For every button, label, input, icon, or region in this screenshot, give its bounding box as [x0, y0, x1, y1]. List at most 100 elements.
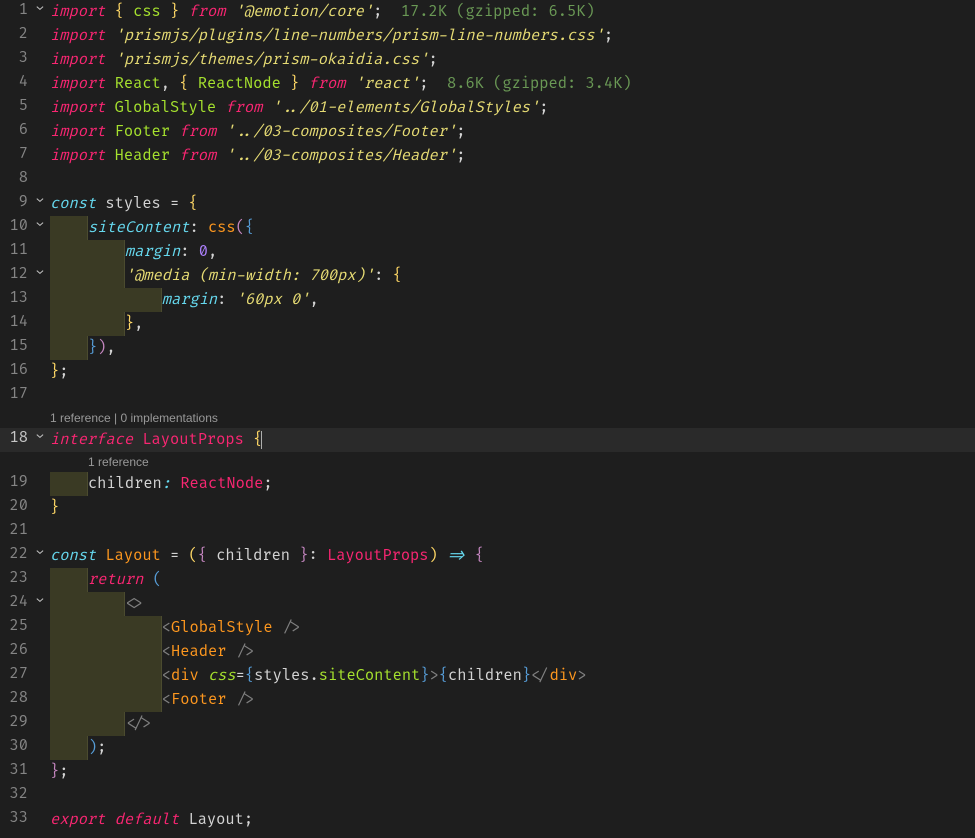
line-number[interactable]: 12: [0, 264, 32, 283]
line-number[interactable]: 28: [0, 688, 32, 707]
code-line[interactable]: 20}: [0, 496, 975, 520]
line-number[interactable]: 15: [0, 336, 32, 355]
code-content[interactable]: import 'prismjs/plugins/line-numbers/pri…: [48, 24, 975, 48]
line-number[interactable]: 29: [0, 712, 32, 731]
fold-toggle-icon[interactable]: ⌄: [32, 264, 48, 282]
code-content[interactable]: margin: 0,: [48, 240, 975, 264]
code-line[interactable]: 10⌄ siteContent: css({: [0, 216, 975, 240]
code-line[interactable]: 33 export default Layout;: [0, 808, 975, 832]
code-line[interactable]: 7 import Header from '../03-composites/He…: [0, 144, 975, 168]
code-line[interactable]: 24⌄ <>: [0, 592, 975, 616]
code-content[interactable]: return (: [48, 568, 975, 592]
code-line[interactable]: 32: [0, 784, 975, 808]
line-number[interactable]: 1: [0, 0, 32, 19]
code-line[interactable]: 23 return (: [0, 568, 975, 592]
line-number[interactable]: 31: [0, 760, 32, 779]
code-content[interactable]: }: [48, 496, 975, 520]
code-line[interactable]: 9⌄const styles = {: [0, 192, 975, 216]
line-number[interactable]: 7: [0, 144, 32, 163]
codelens[interactable]: 1 reference: [0, 452, 975, 472]
line-number[interactable]: 4: [0, 72, 32, 91]
fold-toggle-icon[interactable]: ⌄: [32, 0, 48, 18]
code-content[interactable]: <Header />: [48, 640, 975, 664]
fold-toggle-icon[interactable]: ⌄: [32, 216, 48, 234]
line-number[interactable]: 19: [0, 472, 32, 491]
line-number[interactable]: 9: [0, 192, 32, 211]
fold-toggle-icon[interactable]: ⌄: [32, 192, 48, 210]
code-line[interactable]: 8: [0, 168, 975, 192]
code-content[interactable]: interface LayoutProps {: [48, 428, 975, 452]
code-content[interactable]: const Layout = ({ children }: LayoutProp…: [48, 544, 975, 568]
code-content[interactable]: </>: [48, 712, 975, 736]
line-number[interactable]: 3: [0, 48, 32, 67]
line-number[interactable]: 16: [0, 360, 32, 379]
line-number[interactable]: 33: [0, 808, 32, 827]
line-number[interactable]: 5: [0, 96, 32, 115]
code-line[interactable]: 13 margin: '60px 0',: [0, 288, 975, 312]
line-number[interactable]: 23: [0, 568, 32, 587]
code-line[interactable]: 27 <div css={styles.siteContent}>{childr…: [0, 664, 975, 688]
code-content[interactable]: export default Layout;: [48, 808, 975, 832]
code-line[interactable]: 29 </>: [0, 712, 975, 736]
code-content[interactable]: const styles = {: [48, 192, 975, 216]
line-number[interactable]: 10: [0, 216, 32, 235]
fold-toggle-icon[interactable]: ⌄: [32, 428, 48, 446]
code-content[interactable]: margin: '60px 0',: [48, 288, 975, 312]
code-line[interactable]: 19 children: ReactNode;: [0, 472, 975, 496]
code-line[interactable]: 31};: [0, 760, 975, 784]
code-line[interactable]: 6 import Footer from '../03-composites/Fo…: [0, 120, 975, 144]
code-line[interactable]: 15 }),: [0, 336, 975, 360]
code-content[interactable]: import React, { ReactNode } from 'react'…: [48, 72, 975, 96]
code-editor[interactable]: 1⌄import { css } from '@emotion/core'; 1…: [0, 0, 975, 838]
line-number[interactable]: 30: [0, 736, 32, 755]
code-content[interactable]: <>: [48, 592, 975, 616]
line-number[interactable]: 22: [0, 544, 32, 563]
code-line[interactable]: 3import 'prismjs/themes/prism-okaidia.cs…: [0, 48, 975, 72]
line-number[interactable]: 21: [0, 520, 32, 539]
code-line[interactable]: 4 import React, { ReactNode } from 'react…: [0, 72, 975, 96]
line-number[interactable]: 24: [0, 592, 32, 611]
line-number[interactable]: 18: [0, 428, 32, 447]
code-line[interactable]: 12⌄ '@media (min-width: 700px)': {: [0, 264, 975, 288]
code-line[interactable]: 5 import GlobalStyle from '../01-elements…: [0, 96, 975, 120]
code-content[interactable]: }),: [48, 336, 975, 360]
code-line[interactable]: 30 );: [0, 736, 975, 760]
code-content[interactable]: );: [48, 736, 975, 760]
code-content[interactable]: import { css } from '@emotion/core'; 17.…: [48, 0, 975, 24]
fold-toggle-icon[interactable]: ⌄: [32, 544, 48, 562]
line-number[interactable]: 20: [0, 496, 32, 515]
line-number[interactable]: 13: [0, 288, 32, 307]
code-content[interactable]: import GlobalStyle from '../01-elements/…: [48, 96, 975, 120]
code-line[interactable]: 25 <GlobalStyle />: [0, 616, 975, 640]
code-line[interactable]: 1⌄import { css } from '@emotion/core'; 1…: [0, 0, 975, 24]
code-line[interactable]: 11 margin: 0,: [0, 240, 975, 264]
code-content[interactable]: <Footer />: [48, 688, 975, 712]
code-content[interactable]: <GlobalStyle />: [48, 616, 975, 640]
line-number[interactable]: 26: [0, 640, 32, 659]
code-line[interactable]: 22⌄const Layout = ({ children }: LayoutP…: [0, 544, 975, 568]
code-content[interactable]: <div css={styles.siteContent}>{children}…: [48, 664, 975, 688]
codelens[interactable]: 1 reference | 0 implementations: [0, 408, 975, 428]
code-line[interactable]: 21: [0, 520, 975, 544]
code-content[interactable]: import Footer from '../03-composites/Foo…: [48, 120, 975, 144]
code-content[interactable]: },: [48, 312, 975, 336]
code-line[interactable]: 26 <Header />: [0, 640, 975, 664]
code-line[interactable]: 14 },: [0, 312, 975, 336]
code-line[interactable]: 28 <Footer />: [0, 688, 975, 712]
line-number[interactable]: 6: [0, 120, 32, 139]
code-line[interactable]: 16};: [0, 360, 975, 384]
line-number[interactable]: 14: [0, 312, 32, 331]
line-number[interactable]: 8: [0, 168, 32, 187]
line-number[interactable]: 2: [0, 24, 32, 43]
code-line[interactable]: 17: [0, 384, 975, 408]
code-content[interactable]: import Header from '../03-composites/Hea…: [48, 144, 975, 168]
line-number[interactable]: 32: [0, 784, 32, 803]
code-line[interactable]: 2 import 'prismjs/plugins/line-numbers/pr…: [0, 24, 975, 48]
code-content[interactable]: siteContent: css({: [48, 216, 975, 240]
line-number[interactable]: 27: [0, 664, 32, 683]
line-number[interactable]: 11: [0, 240, 32, 259]
code-content[interactable]: };: [48, 760, 975, 784]
code-line[interactable]: 18⌄interface LayoutProps {: [0, 428, 975, 452]
code-content[interactable]: children: ReactNode;: [48, 472, 975, 496]
code-content[interactable]: };: [48, 360, 975, 384]
